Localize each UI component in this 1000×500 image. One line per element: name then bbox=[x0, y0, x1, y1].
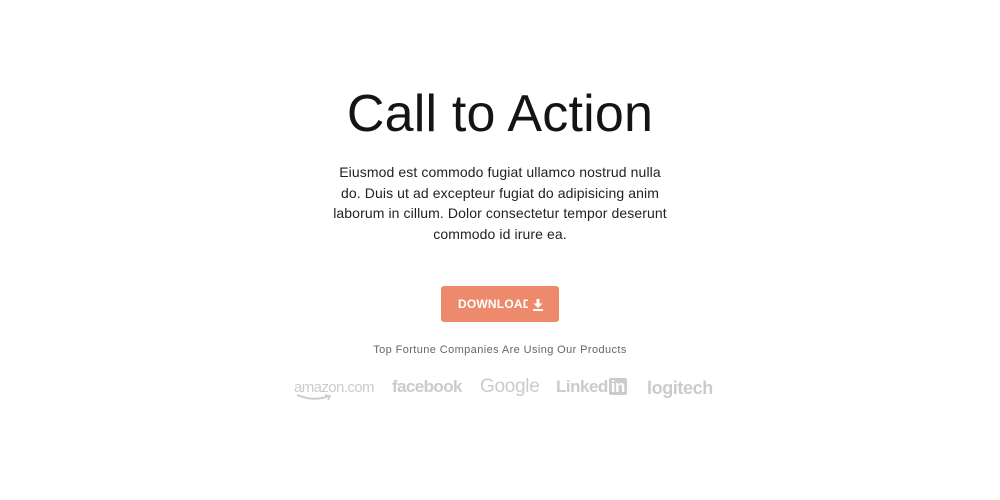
linkedin-logo-text: Linked bbox=[556, 377, 608, 396]
download-icon bbox=[533, 298, 543, 311]
company-logos: amazon.com facebook Google Linked in logi… bbox=[0, 374, 1000, 406]
google-logo: Google bbox=[480, 376, 540, 397]
facebook-logo: facebook bbox=[392, 377, 462, 396]
logitech-logo: logitech bbox=[647, 378, 713, 398]
linkedin-logo: Linked in bbox=[556, 377, 627, 397]
description-text: Eiusmod est commodo fugiat ullamco nostr… bbox=[333, 164, 667, 242]
download-button-label: DOWNLOAD bbox=[458, 297, 528, 311]
linkedin-in-box: in bbox=[608, 377, 627, 396]
call-to-action-section: Call to Action Eiusmod est commodo fugia… bbox=[0, 0, 1000, 500]
page-title: Call to Action bbox=[346, 85, 654, 143]
amazon-smile-icon bbox=[296, 394, 332, 401]
download-button[interactable]: DOWNLOAD bbox=[441, 286, 559, 322]
amazon-logo: amazon.com bbox=[294, 379, 374, 401]
trust-text: Top Fortune Companies Are Using Our Prod… bbox=[373, 344, 627, 356]
